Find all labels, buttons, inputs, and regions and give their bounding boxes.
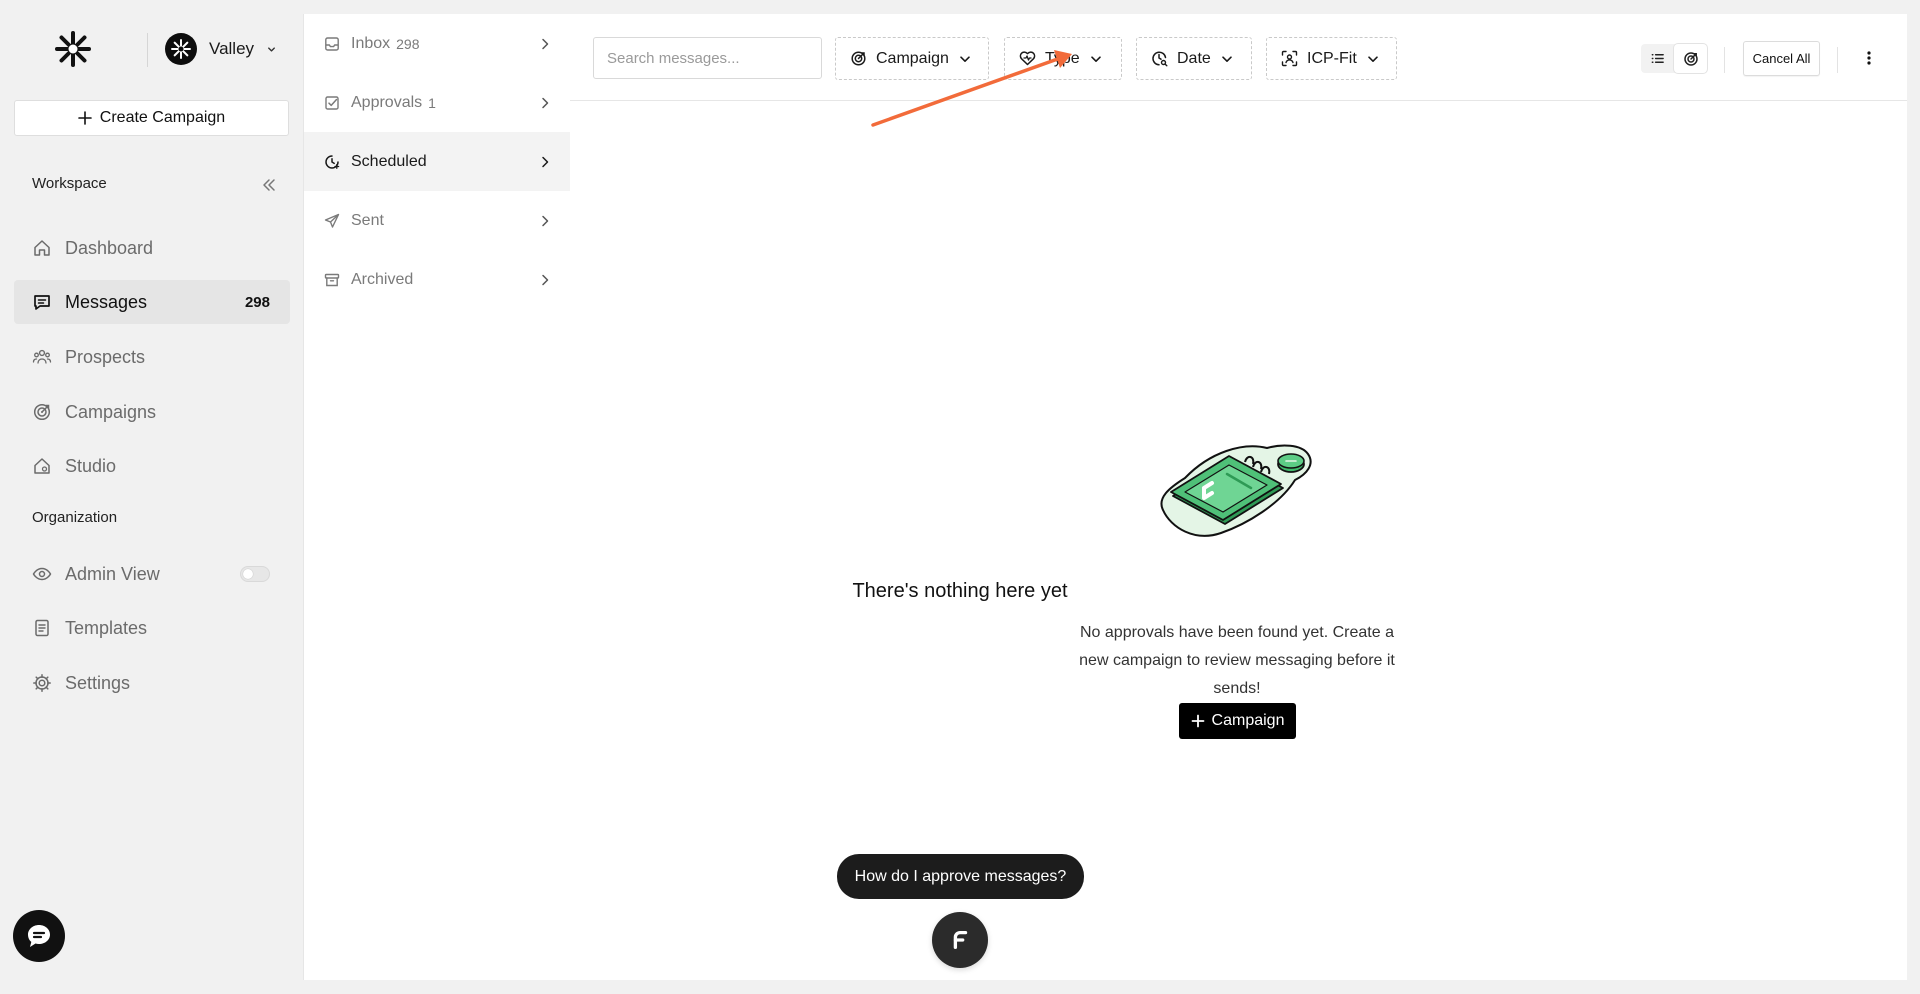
sidebar-item-label: Campaigns <box>65 401 157 422</box>
vertical-dots-icon <box>1867 50 1871 66</box>
sidebar-item-label: Prospects <box>65 346 146 367</box>
folder-count: 1 <box>428 94 436 111</box>
asterisk-logo-icon[interactable] <box>54 30 92 68</box>
sidebar: Valley Create Campaign Workspace Dashboa… <box>0 0 303 994</box>
org-avatar <box>165 33 197 65</box>
filter-type[interactable]: Type <box>1004 37 1122 80</box>
toolbar-divider <box>1724 47 1725 73</box>
message-icon <box>32 292 52 312</box>
folder-label: Approvals <box>351 93 423 111</box>
folder-label: Archived <box>351 270 414 288</box>
sidebar-item-templates[interactable]: Templates <box>14 606 290 650</box>
archive-icon <box>324 272 340 288</box>
sidebar-item-label: Settings <box>65 672 131 693</box>
folder-label: Inbox <box>351 34 391 52</box>
chevron-right-icon <box>538 37 552 51</box>
plus-icon <box>77 111 92 125</box>
brand-divider <box>147 33 148 67</box>
inbox-icon <box>324 36 340 52</box>
list-view-button[interactable] <box>1641 44 1674 73</box>
campaign-view-button[interactable] <box>1674 44 1707 73</box>
filter-label: ICP-Fit <box>1307 49 1357 67</box>
organization-label: Organization <box>32 509 118 526</box>
heart-icon <box>1019 50 1036 67</box>
people-icon <box>32 347 52 367</box>
sidebar-item-dashboard[interactable]: Dashboard <box>14 226 290 270</box>
list-icon <box>1650 51 1665 66</box>
create-campaign-button[interactable]: Create Campaign <box>14 100 289 136</box>
home-icon <box>32 238 52 258</box>
new-campaign-label: Campaign <box>1211 712 1285 729</box>
filter-label: Type <box>1045 49 1080 67</box>
folder-label: Scheduled <box>351 152 427 170</box>
chevrons-left-icon[interactable] <box>259 175 279 195</box>
sidebar-item-prospects[interactable]: Prospects <box>14 335 290 379</box>
chevron-down-icon <box>1366 52 1380 66</box>
sidebar-item-messages[interactable]: Messages 298 <box>14 280 290 324</box>
filter-date[interactable]: Date <box>1136 37 1252 80</box>
assistant-logo-icon <box>948 928 972 952</box>
clock-search-icon <box>1151 50 1168 67</box>
chevron-right-icon <box>538 273 552 287</box>
search-input[interactable] <box>593 37 822 79</box>
send-icon <box>324 213 340 229</box>
chevron-down-icon <box>1089 52 1103 66</box>
filter-toolbar: Campaign Type Date ICP-Fit <box>570 14 1907 101</box>
org-name: Valley <box>209 39 255 58</box>
clock-icon <box>324 154 340 170</box>
chevron-down-icon <box>1220 52 1234 66</box>
chevron-right-icon <box>538 155 552 169</box>
org-switcher[interactable]: Valley <box>165 32 277 66</box>
new-campaign-button[interactable]: Campaign <box>1179 703 1296 739</box>
empty-state-description: No approvals have been found yet. Create… <box>1079 624 1395 697</box>
folder-inbox[interactable]: Inbox 298 <box>304 14 570 73</box>
assistant-launcher-button[interactable] <box>932 912 988 968</box>
chevron-down-icon <box>266 44 277 55</box>
target-icon <box>1683 51 1699 67</box>
sidebar-item-label: Studio <box>65 455 117 476</box>
document-icon <box>32 618 52 638</box>
more-options-button[interactable] <box>1857 46 1881 70</box>
folder-count: 298 <box>396 35 420 52</box>
cancel-all-button[interactable]: Cancel All <box>1743 41 1820 76</box>
sidebar-item-campaigns[interactable]: Campaigns <box>14 390 290 434</box>
scan-face-icon <box>1281 50 1298 67</box>
message-folders: Inbox 298 Approvals 1 Scheduled Sent Arc… <box>303 14 571 980</box>
sidebar-item-studio[interactable]: Studio <box>14 444 290 488</box>
sidebar-item-label: Templates <box>65 617 148 638</box>
workspace-label: Workspace <box>32 175 107 192</box>
sidebar-item-label: Dashboard <box>65 237 154 258</box>
filter-label: Date <box>1177 49 1211 67</box>
folder-scheduled[interactable]: Scheduled <box>304 132 570 191</box>
folder-sent[interactable]: Sent <box>304 191 570 250</box>
chevron-right-icon <box>538 214 552 228</box>
create-campaign-label: Create Campaign <box>99 109 226 126</box>
folder-archived[interactable]: Archived <box>304 250 570 309</box>
suggested-question-pill[interactable]: How do I approve messages? <box>837 854 1084 899</box>
empty-state-notebook-illustration <box>1155 438 1319 538</box>
support-chat-button[interactable] <box>13 910 65 962</box>
toolbar-divider <box>1837 47 1838 73</box>
plus-icon <box>1191 714 1205 728</box>
sidebar-item-label: Messages <box>65 291 148 312</box>
sidebar-item-settings[interactable]: Settings <box>14 661 290 705</box>
chevron-right-icon <box>538 96 552 110</box>
folder-label: Sent <box>351 211 384 229</box>
empty-state-title: There's nothing here yet <box>852 580 1068 602</box>
messages-count-badge: 298 <box>244 293 270 311</box>
filter-icp-fit[interactable]: ICP-Fit <box>1266 37 1397 80</box>
view-mode-toggle <box>1641 44 1707 73</box>
studio-icon <box>32 456 52 476</box>
target-icon <box>850 50 867 67</box>
gear-icon <box>32 673 52 693</box>
checkbox-icon <box>324 95 340 111</box>
chevron-down-icon <box>958 52 972 66</box>
folder-approvals[interactable]: Approvals 1 <box>304 73 570 132</box>
target-icon <box>32 402 52 422</box>
filter-label: Campaign <box>876 49 949 67</box>
filter-campaign[interactable]: Campaign <box>835 37 989 80</box>
chat-bubble-icon <box>24 921 54 951</box>
